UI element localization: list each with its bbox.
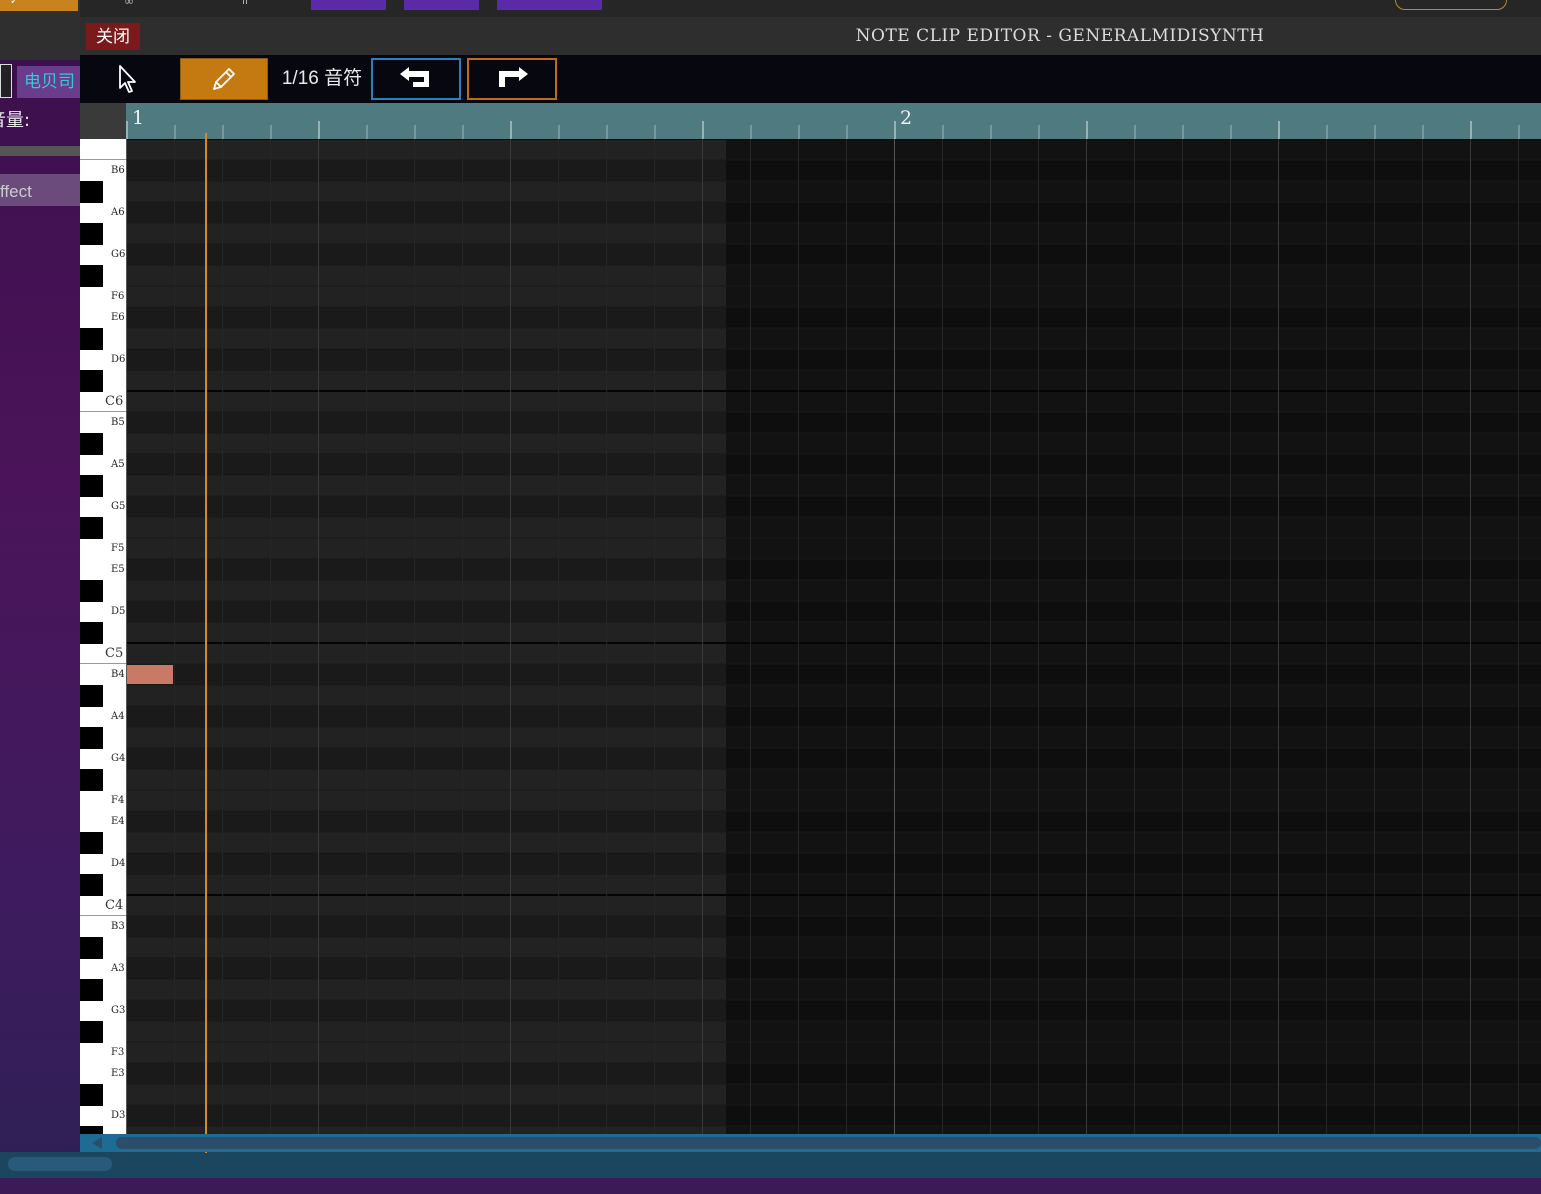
black-key[interactable] <box>80 769 103 791</box>
black-key[interactable] <box>80 1021 103 1043</box>
key-label: D6 <box>111 354 126 365</box>
key-label: F5 <box>111 543 125 554</box>
black-key[interactable] <box>80 937 103 959</box>
black-key[interactable] <box>80 727 103 749</box>
timeline-ruler[interactable]: 1 2 <box>126 103 1541 139</box>
black-key[interactable] <box>80 370 103 392</box>
piano-header <box>80 103 126 139</box>
background-tab[interactable] <box>311 0 386 10</box>
close-button[interactable]: 关闭 <box>86 23 140 50</box>
piano-keyboard: B6 A6 G6 F6 E6 D6 C6 B5 A5 G5 F5 E5 D5 C5 B4 A4 G4 F4 E4 D4… <box>80 103 126 1134</box>
key-label: E3 <box>111 1068 125 1079</box>
bar-number: 1 <box>132 107 145 129</box>
ruler-ticks <box>126 121 1520 139</box>
scroll-left-icon[interactable] <box>92 1137 102 1149</box>
black-key[interactable] <box>80 1084 103 1106</box>
octave-divider <box>80 139 126 160</box>
black-key[interactable] <box>80 517 103 539</box>
key-label: B4 <box>111 669 125 680</box>
black-key[interactable] <box>80 181 103 203</box>
black-key[interactable] <box>80 1126 103 1134</box>
black-key[interactable] <box>80 433 103 455</box>
octave-divider <box>80 643 126 664</box>
select-tool-button[interactable] <box>108 58 148 100</box>
black-key[interactable] <box>80 328 103 350</box>
background-pill-button[interactable] <box>1395 0 1507 10</box>
note-clip-editor: 关闭 NOTE CLIP EDITOR - GENERALMIDISYNTH 1… <box>80 17 1541 1153</box>
key-label: E4 <box>111 816 125 827</box>
pencil-icon <box>213 68 235 90</box>
key-label: F6 <box>111 291 125 302</box>
outside-clip-area <box>726 139 1541 1134</box>
horizontal-scrollbar[interactable] <box>80 1134 1541 1152</box>
key-label: A6 <box>111 207 125 218</box>
cursor-arrow-icon <box>119 65 136 93</box>
black-key[interactable] <box>80 832 103 854</box>
instrument-name[interactable]: 电贝司 <box>17 66 80 98</box>
black-key[interactable] <box>80 580 103 602</box>
midi-note[interactable] <box>127 665 173 684</box>
undo-arrow-icon <box>400 67 429 87</box>
black-key[interactable] <box>80 979 103 1001</box>
key-label: B3 <box>111 921 125 932</box>
key-label: B5 <box>111 417 125 428</box>
black-key[interactable] <box>80 874 103 896</box>
key-label: G3 <box>111 1005 126 1016</box>
key-label: D4 <box>111 858 126 869</box>
key-label: A3 <box>111 963 125 974</box>
black-key[interactable] <box>80 475 103 497</box>
key-label: B6 <box>111 165 125 176</box>
background-tab[interactable] <box>497 0 602 10</box>
tab-marker[interactable]: ıı <box>242 0 248 7</box>
redo-button[interactable] <box>467 58 557 100</box>
key-label: D5 <box>111 606 126 617</box>
scroll-thumb[interactable] <box>116 1137 1541 1149</box>
volume-label: 音量: <box>0 110 31 131</box>
piano-keys[interactable]: B6 A6 G6 F6 E6 D6 C6 B5 A5 G5 F5 E5 D5 C5 B4 A4 G4 F4 E4 D4… <box>80 139 126 1134</box>
background-scrollbar[interactable] <box>0 1152 1541 1178</box>
undo-button[interactable] <box>371 58 461 100</box>
background-footer <box>0 1178 1541 1194</box>
note-grid[interactable] <box>126 139 1541 1134</box>
key-label: A5 <box>111 459 125 470</box>
key-label: G5 <box>111 501 126 512</box>
black-key[interactable] <box>80 685 103 707</box>
background-top-strip: ∞ ıı <box>80 0 1541 17</box>
bar-number: 2 <box>900 107 913 129</box>
key-label: F3 <box>111 1047 125 1058</box>
grid-resolution-label[interactable]: 1/16 音符 <box>278 58 366 100</box>
key-label: A4 <box>111 711 125 722</box>
key-label: E5 <box>111 564 125 575</box>
key-label: G6 <box>111 249 126 260</box>
background-scroll-thumb[interactable] <box>8 1157 112 1171</box>
background-active-tab[interactable]: ✓ <box>0 0 78 11</box>
pencil-tool-button[interactable] <box>180 58 268 100</box>
playhead[interactable] <box>205 133 207 1153</box>
editor-toolbar: 1/16 音符 <box>80 55 1541 103</box>
note-grid-lines <box>126 139 1541 1134</box>
key-label: G4 <box>111 753 126 764</box>
background-tab[interactable] <box>404 0 479 10</box>
background-slider[interactable] <box>0 146 80 156</box>
key-label: F4 <box>111 795 125 806</box>
tab-mark-icon: ✓ <box>10 0 19 7</box>
background-toggle[interactable] <box>0 64 12 98</box>
black-key[interactable] <box>80 223 103 245</box>
black-key[interactable] <box>80 265 103 287</box>
effect-button[interactable]: ffect <box>0 174 80 206</box>
redo-arrow-icon <box>499 67 528 87</box>
black-key[interactable] <box>80 622 103 644</box>
key-label: E6 <box>111 312 125 323</box>
scissors-icon[interactable]: ∞ <box>124 0 134 8</box>
octave-divider <box>80 391 126 412</box>
editor-titlebar: 关闭 NOTE CLIP EDITOR - GENERALMIDISYNTH <box>80 17 1541 55</box>
octave-divider <box>80 895 126 916</box>
key-label: D3 <box>111 1110 126 1121</box>
window-title: NOTE CLIP EDITOR - GENERALMIDISYNTH <box>855 26 1265 46</box>
